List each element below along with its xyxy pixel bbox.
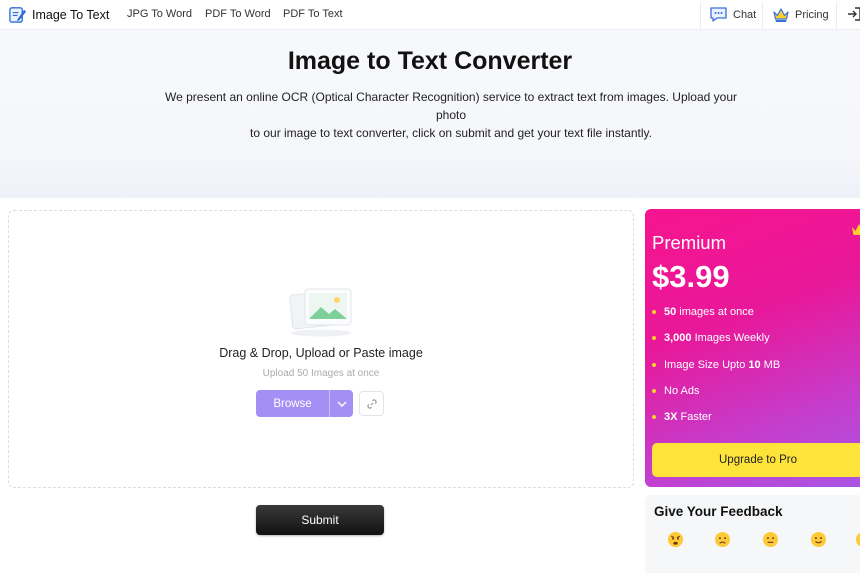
pricing-label: Pricing	[795, 9, 829, 21]
smiling-face-icon[interactable]	[810, 531, 827, 548]
submit-button[interactable]: Submit	[256, 505, 384, 535]
upload-title: Drag & Drop, Upload or Paste image	[219, 346, 423, 360]
happy-face-icon[interactable]	[855, 531, 860, 548]
upload-dropzone[interactable]: Drag & Drop, Upload or Paste image Uploa…	[8, 210, 634, 488]
premium-plan-card: Premium $3.99 50 images at once 3,000 Im…	[645, 209, 860, 487]
chevron-down-icon	[337, 401, 346, 407]
nav-link-pdf-to-word[interactable]: PDF To Word	[205, 8, 271, 20]
browse-dropdown-button[interactable]	[329, 390, 353, 417]
nav-divider	[762, 2, 763, 28]
description-line-2: to our image to text converter, click on…	[250, 126, 652, 140]
nav-divider	[836, 2, 837, 28]
bullet-icon	[652, 310, 656, 314]
chat-label: Chat	[733, 8, 757, 21]
bullet-icon	[652, 415, 656, 419]
feature-text: 3X Faster	[664, 411, 712, 423]
premium-label: Premium	[652, 232, 727, 253]
nav-divider	[700, 2, 701, 28]
logo[interactable]: Image To Text	[8, 5, 109, 24]
neutral-face-icon[interactable]	[762, 531, 779, 548]
premium-feature: Image Size Upto 10 MB	[652, 359, 780, 371]
chat-bubble-icon	[710, 7, 727, 22]
login-button[interactable]	[846, 6, 860, 22]
page-title: Image to Text Converter	[287, 47, 573, 75]
crying-face-icon[interactable]	[714, 531, 731, 548]
browse-button-group: Browse	[256, 390, 353, 417]
link-icon	[366, 398, 377, 409]
description-line-1: We present an online OCR (Optical Charac…	[164, 90, 738, 122]
pricing-button[interactable]: Pricing	[772, 6, 829, 24]
page-description: We present an online OCR (Optical Charac…	[155, 88, 747, 142]
login-icon	[848, 7, 860, 21]
nav-link-jpg-to-word[interactable]: JPG To Word	[127, 8, 192, 20]
feedback-panel: Give Your Feedback	[645, 495, 860, 573]
crown-icon	[852, 224, 860, 235]
notepad-pencil-icon	[9, 7, 27, 23]
nav-link-pdf-to-text[interactable]: PDF To Text	[283, 8, 343, 20]
premium-feature: 3X Faster	[652, 411, 712, 423]
angry-face-icon[interactable]	[667, 531, 684, 548]
bullet-icon	[652, 363, 656, 367]
premium-price: $3.99	[652, 259, 730, 294]
feature-text: 3,000 Images Weekly	[664, 332, 770, 344]
top-navbar: Image To Text JPG To Word PDF To Word PD…	[0, 0, 860, 30]
bullet-icon	[652, 336, 656, 340]
feedback-title: Give Your Feedback	[654, 504, 783, 519]
logo-text: Image To Text	[32, 7, 110, 22]
feature-text: Image Size Upto 10 MB	[664, 359, 781, 371]
feature-text: 50 images at once	[664, 306, 754, 318]
premium-feature: No Ads	[652, 385, 699, 397]
hero-section: Image to Text Converter We present an on…	[0, 30, 860, 198]
premium-feature: 50 images at once	[652, 306, 754, 318]
crown-icon	[773, 8, 789, 22]
image-upload-illustration	[289, 288, 352, 337]
feature-text: No Ads	[664, 385, 700, 397]
chat-button[interactable]: Chat	[709, 6, 756, 23]
bullet-icon	[652, 389, 656, 393]
paste-url-button[interactable]	[359, 391, 384, 416]
premium-feature: 3,000 Images Weekly	[652, 332, 770, 344]
browse-button[interactable]: Browse	[256, 390, 329, 417]
upload-subtitle: Upload 50 Images at once	[262, 368, 380, 379]
upgrade-to-pro-button[interactable]: Upgrade to Pro	[652, 443, 860, 477]
